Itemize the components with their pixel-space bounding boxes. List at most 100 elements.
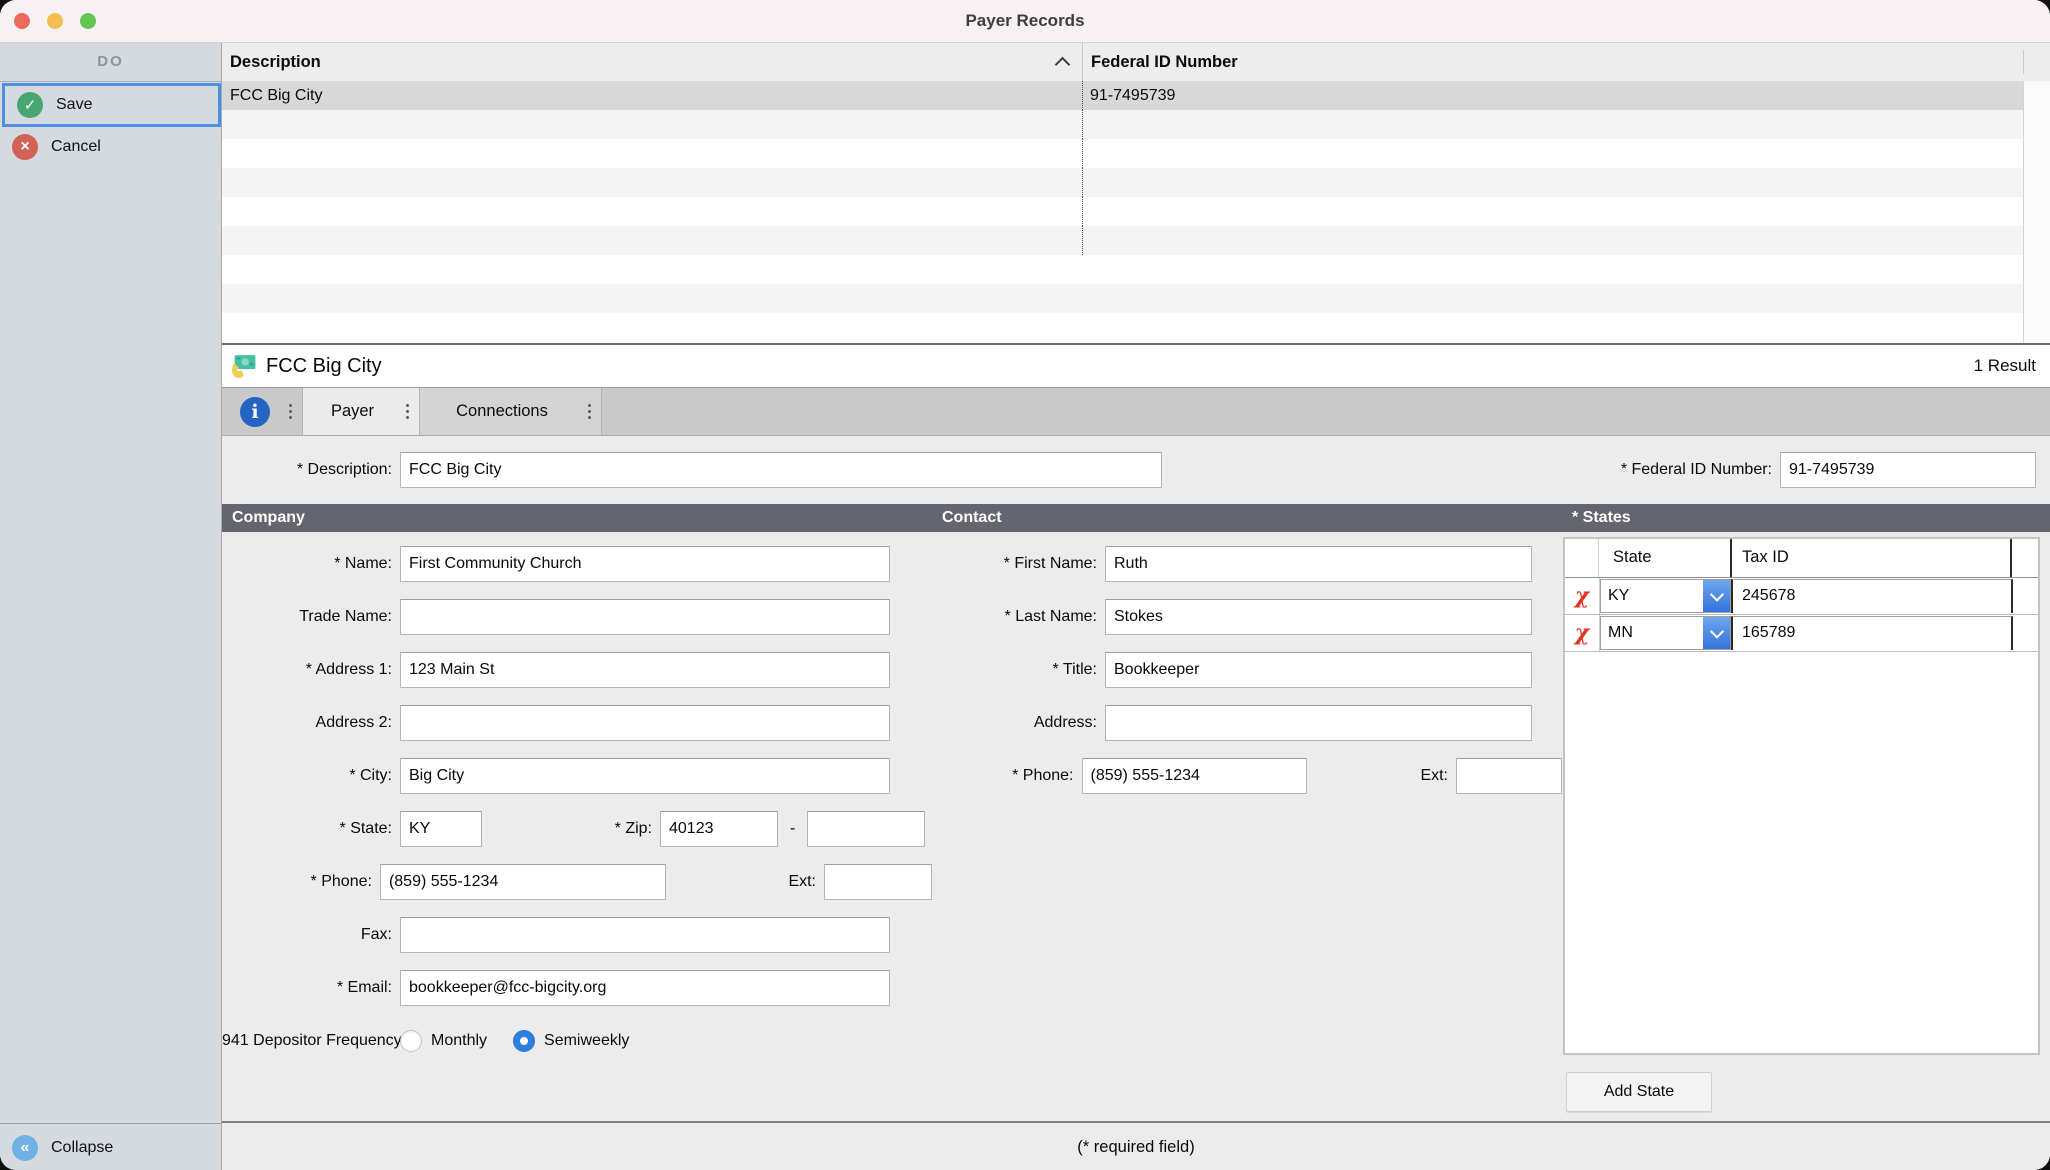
tab-grip-dots-icon[interactable] (285, 402, 296, 421)
cancel-button[interactable]: × Cancel (0, 127, 221, 167)
save-button[interactable]: ✓ Save (2, 83, 221, 127)
trade-name-input[interactable] (400, 599, 890, 635)
states-table: State Tax ID χ KY 245678 χ (1563, 537, 2040, 1055)
state-select[interactable]: MN (1600, 616, 1731, 650)
empty-table-row (222, 197, 2050, 226)
delete-state-icon: χ (1575, 622, 1589, 644)
table-row[interactable]: FCC Big City 91-7495739 (222, 81, 2050, 110)
payer-record-icon (230, 353, 257, 380)
contact-phone-label: * Phone: (932, 767, 1074, 785)
state-select-dropdown-button[interactable] (1703, 617, 1730, 649)
state-input[interactable] (400, 811, 482, 847)
radio-monthly-circle-icon[interactable] (400, 1030, 422, 1052)
column-header-description[interactable]: Description (222, 43, 1082, 81)
states-section: State Tax ID χ KY 245678 χ (1562, 532, 2050, 1121)
sort-ascending-icon[interactable] (1055, 56, 1071, 72)
state-select-dropdown-button[interactable] (1703, 580, 1730, 612)
description-label: * Description: (222, 461, 392, 479)
first-name-label: * First Name: (932, 555, 1097, 573)
description-input[interactable] (400, 452, 1162, 488)
states-header-state: State (1599, 539, 1730, 577)
window-title: Payer Records (0, 11, 2050, 31)
detail-tab-bar: i Payer Connections (222, 388, 2050, 436)
tax-id-input[interactable]: 165789 (1731, 616, 2013, 650)
cancel-x-icon: × (12, 134, 38, 160)
contact-ext-label: Ext: (1307, 767, 1449, 785)
state-label: * State: (222, 820, 392, 838)
address2-input[interactable] (400, 705, 890, 741)
empty-table-row (222, 168, 2050, 197)
tab-connections[interactable]: Connections (420, 388, 602, 435)
tab-grip-dots-icon[interactable] (584, 402, 595, 421)
cell-federal-id: 91-7495739 (1082, 81, 2050, 110)
cell-description: FCC Big City (222, 81, 1082, 110)
contact-title-label: * Title: (932, 661, 1097, 679)
email-input[interactable] (400, 970, 890, 1006)
column-header-federal-id[interactable]: Federal ID Number (1082, 43, 2023, 81)
empty-table-row (222, 139, 2050, 168)
federal-id-label: * Federal ID Number: (1621, 461, 1772, 479)
empty-table-row (222, 226, 2050, 255)
state-row: χ KY 245678 (1565, 578, 2038, 615)
company-section: * Name: Trade Name: * Address 1: Address… (222, 532, 932, 1121)
results-table-body: FCC Big City 91-7495739 (222, 81, 2050, 343)
payer-form: * Name: Trade Name: * Address 1: Address… (222, 532, 2050, 1121)
results-scrollbar[interactable] (2023, 81, 2050, 343)
radio-monthly[interactable]: Monthly (400, 1030, 487, 1052)
last-name-input[interactable] (1105, 599, 1532, 635)
company-ext-input[interactable] (824, 864, 932, 900)
zip-plus4-input[interactable] (807, 811, 925, 847)
fax-label: Fax: (222, 926, 392, 944)
add-state-button[interactable]: Add State (1566, 1072, 1712, 1112)
collapse-sidebar-button[interactable]: « Collapse (0, 1123, 221, 1170)
delete-state-icon: χ (1575, 585, 1589, 607)
address2-label: Address 2: (222, 714, 392, 732)
form-footer: (* required field) (222, 1121, 2050, 1170)
payer-records-window: Payer Records DO ✓ Save × Cancel « Colla… (0, 0, 2050, 1170)
company-name-input[interactable] (400, 546, 890, 582)
sidebar-header: DO (0, 43, 221, 82)
tab-grip-dots-icon[interactable] (402, 402, 413, 421)
email-label: * Email: (222, 979, 392, 997)
record-title: FCC Big City (266, 355, 382, 378)
state-select[interactable]: KY (1600, 579, 1731, 613)
collapse-chevrons-icon: « (12, 1135, 38, 1161)
save-check-icon: ✓ (17, 92, 43, 118)
tax-id-input[interactable]: 245678 (1731, 579, 2013, 613)
last-name-label: * Last Name: (932, 608, 1097, 626)
title-bar: Payer Records (0, 0, 2050, 43)
radio-semiweekly-circle-icon[interactable] (513, 1030, 535, 1052)
action-sidebar: DO ✓ Save × Cancel « Collapse (0, 43, 222, 1170)
sidebar-spacer (0, 167, 221, 1123)
empty-table-row (222, 284, 2050, 313)
cancel-button-label: Cancel (51, 138, 101, 156)
tab-info[interactable]: i (222, 388, 302, 435)
company-phone-input[interactable] (380, 864, 666, 900)
radio-semiweekly[interactable]: Semiweekly (513, 1030, 629, 1052)
collapse-button-label: Collapse (51, 1139, 113, 1157)
empty-table-row (222, 313, 2050, 342)
contact-phone-input[interactable] (1082, 758, 1307, 794)
company-name-label: * Name: (222, 555, 392, 573)
city-input[interactable] (400, 758, 890, 794)
delete-state-button[interactable]: χ (1565, 615, 1600, 651)
tab-payer[interactable]: Payer (302, 388, 420, 435)
contact-ext-input[interactable] (1456, 758, 1562, 794)
company-section-header: Company (222, 504, 932, 532)
delete-state-button[interactable]: χ (1565, 578, 1600, 614)
fax-input[interactable] (400, 917, 890, 953)
first-name-input[interactable] (1105, 546, 1532, 582)
required-field-note: (* required field) (1077, 1138, 1194, 1157)
address1-input[interactable] (400, 652, 890, 688)
empty-table-row (222, 255, 2050, 284)
company-ext-label: Ext: (666, 873, 816, 891)
federal-id-input[interactable] (1780, 452, 2036, 488)
state-row: χ MN 165789 (1565, 615, 2038, 652)
save-button-label: Save (56, 96, 92, 114)
zip-input[interactable] (660, 811, 778, 847)
zip-label: * Zip: (482, 820, 652, 838)
company-phone-label: * Phone: (222, 873, 372, 891)
zip-separator: - (790, 820, 795, 838)
contact-title-input[interactable] (1105, 652, 1532, 688)
contact-address-input[interactable] (1105, 705, 1532, 741)
